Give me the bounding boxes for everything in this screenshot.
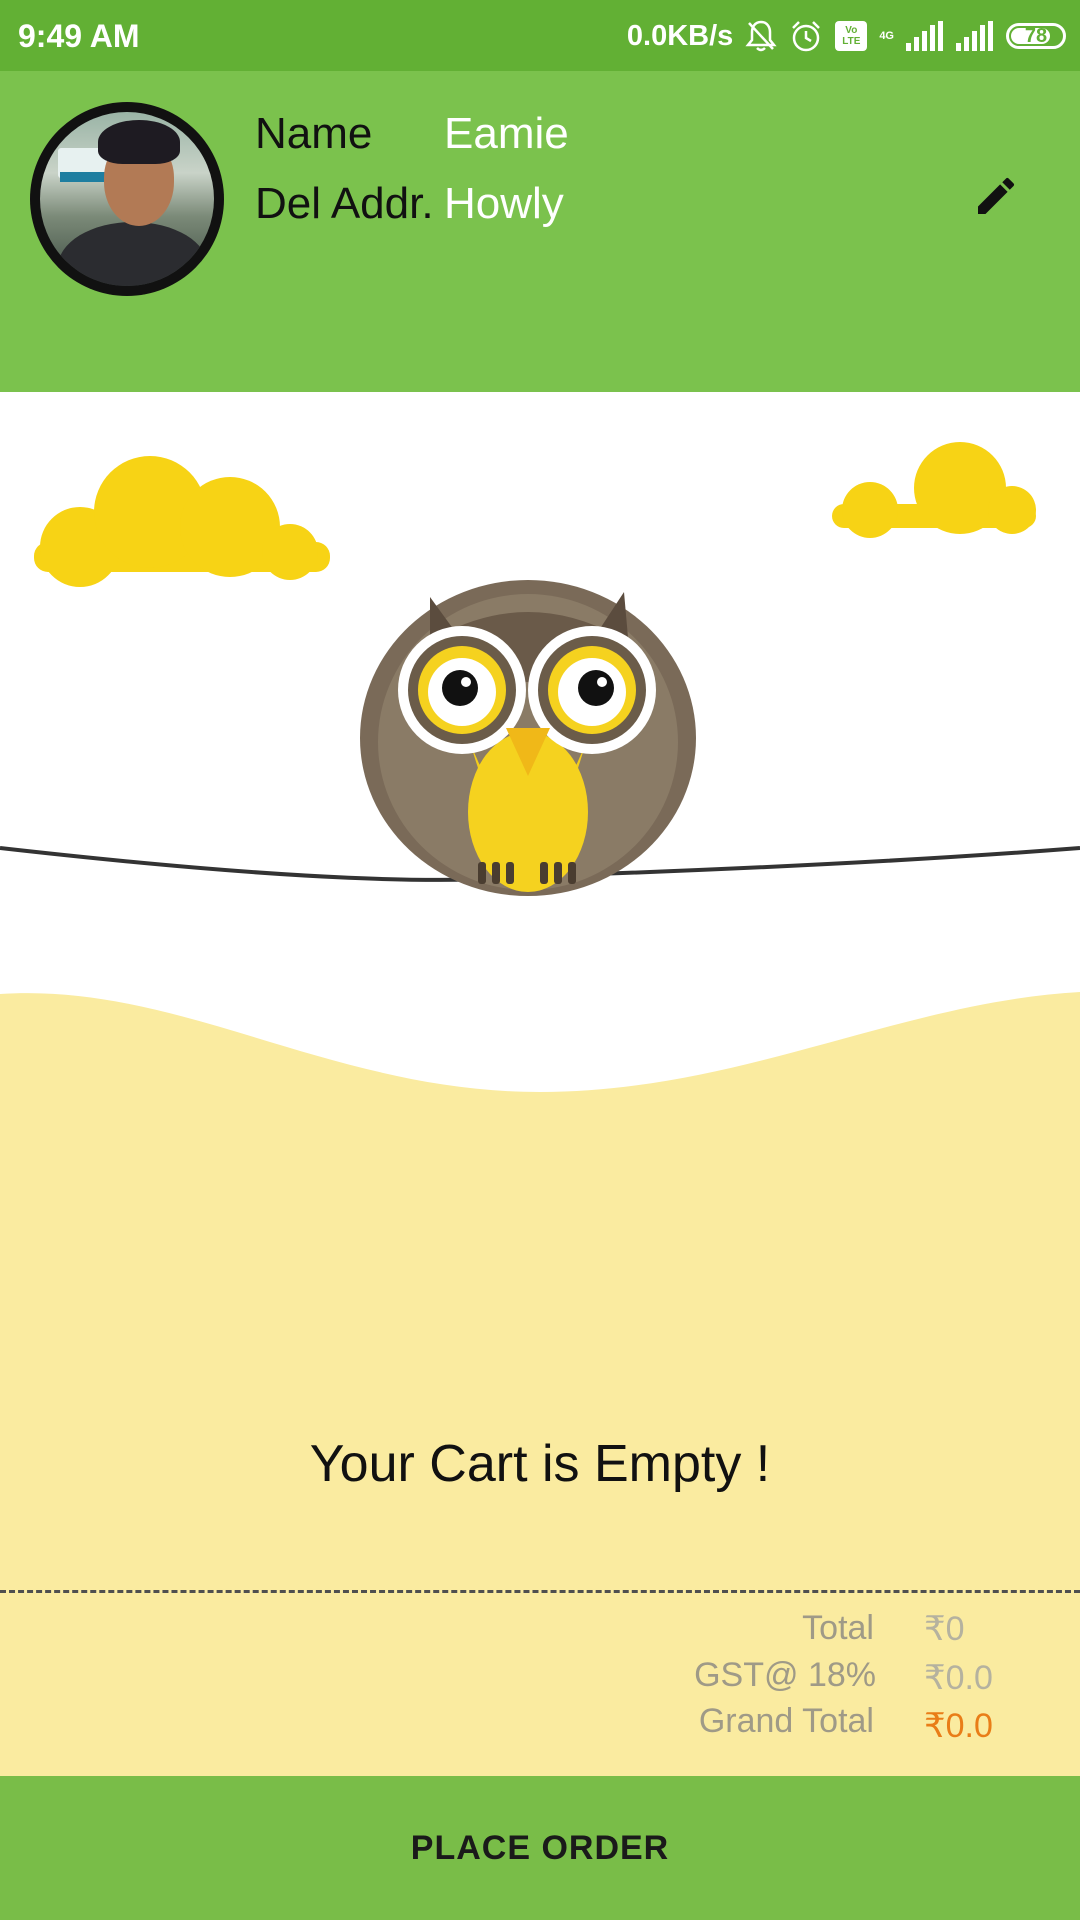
pencil-icon xyxy=(972,172,1020,225)
alarm-icon xyxy=(789,19,823,53)
address-value: Howly xyxy=(444,179,564,228)
name-value: Eamie xyxy=(444,109,569,158)
total-label: Total xyxy=(802,1609,874,1647)
network-gen-label: 4G xyxy=(879,29,894,42)
gst-label: GST@ 18% xyxy=(694,1656,876,1694)
owl xyxy=(360,580,696,896)
battery-icon: 78 xyxy=(1006,23,1066,49)
network-speed: 0.0KB/s xyxy=(626,19,734,52)
name-label: Name xyxy=(255,109,373,158)
empty-cart-message: Your Cart is Empty ! xyxy=(309,1435,771,1493)
gst-value: ₹0.0 xyxy=(924,1659,993,1697)
bell-off-icon xyxy=(745,19,777,53)
status-bar: 9:49 AM 0.0KB/s Vo LTE 4G 78 xyxy=(0,0,1080,71)
owl-on-wire-illustration xyxy=(0,392,1080,1160)
address-label: Del Addr. xyxy=(255,179,434,228)
volte-icon: Vo LTE xyxy=(835,21,868,51)
signal-icon xyxy=(906,21,944,51)
status-icons: 0.0KB/s Vo LTE 4G 78 xyxy=(627,14,1066,58)
status-time: 9:49 AM xyxy=(18,18,140,54)
grand-total-label: Grand Total xyxy=(698,1702,874,1740)
avatar-photo xyxy=(40,112,214,286)
signal-icon xyxy=(956,21,994,51)
avatar xyxy=(30,102,224,296)
edit-profile-button[interactable] xyxy=(966,168,1026,228)
profile-header: Name Eamie Del Addr. Howly xyxy=(0,71,1080,392)
divider xyxy=(0,1590,1080,1593)
volte-line2: LTE xyxy=(842,36,861,47)
network-gen: 4G xyxy=(879,29,894,42)
battery-level: 78 xyxy=(1024,24,1048,47)
grand-total-value: ₹0.0 xyxy=(924,1707,993,1745)
place-order-button[interactable]: PLACE ORDER xyxy=(0,1776,1080,1920)
place-order-label: PLACE ORDER xyxy=(410,1828,670,1867)
total-value: ₹0 xyxy=(924,1610,965,1648)
volte-line1: Vo xyxy=(845,25,858,36)
